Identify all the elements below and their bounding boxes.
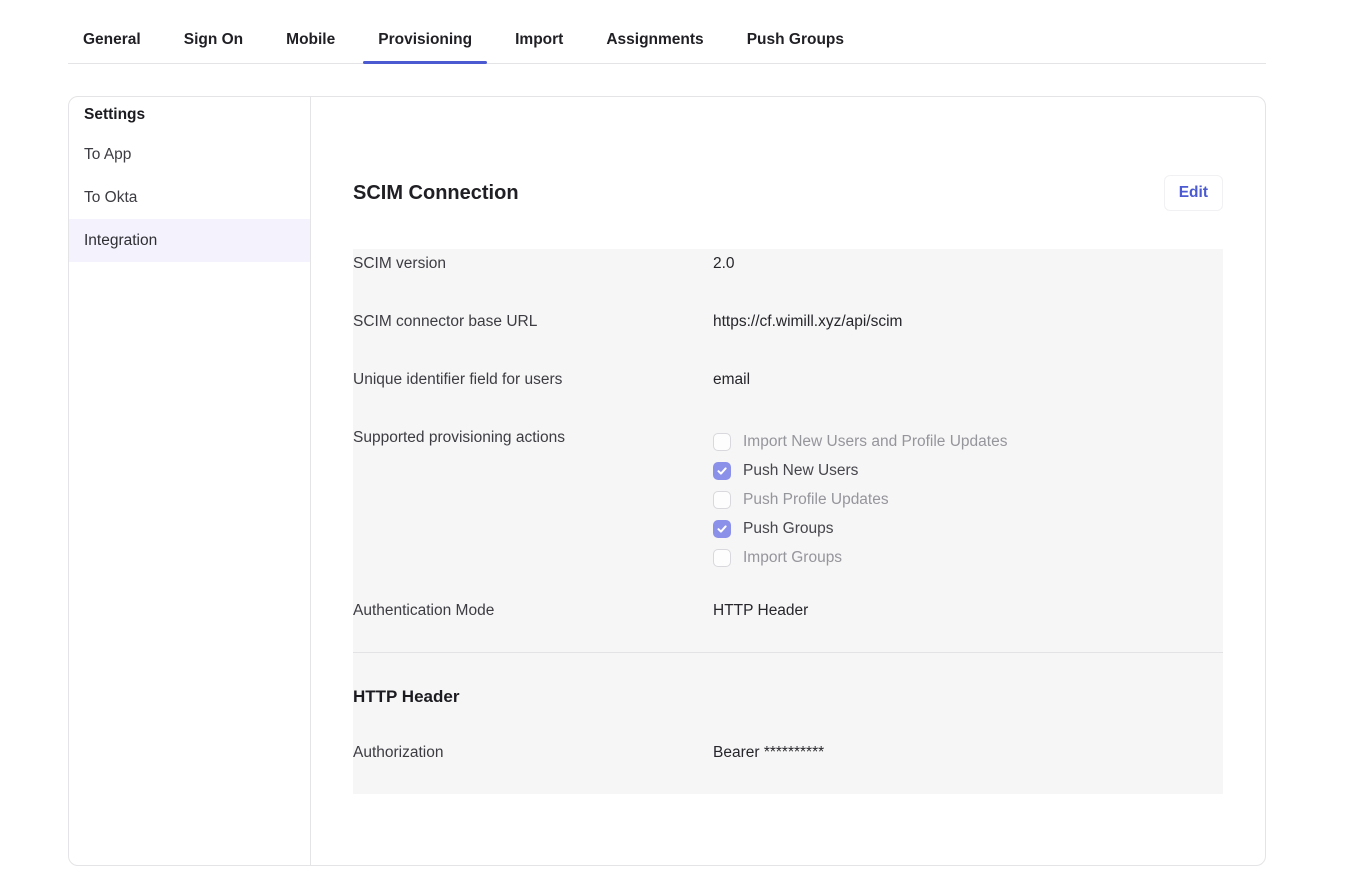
checkbox-label: Push Groups bbox=[743, 518, 833, 540]
edit-button[interactable]: Edit bbox=[1164, 175, 1223, 211]
tab-provisioning[interactable]: Provisioning bbox=[378, 30, 472, 63]
detail-row: AuthorizationBearer ********** bbox=[353, 742, 1223, 764]
tab-mobile[interactable]: Mobile bbox=[286, 30, 335, 63]
detail-label: Supported provisioning actions bbox=[353, 427, 713, 572]
checkbox-unchecked-icon[interactable] bbox=[713, 433, 731, 451]
detail-value: 2.0 bbox=[713, 253, 735, 275]
detail-label: Unique identifier field for users bbox=[353, 369, 713, 391]
tab-sign-on[interactable]: Sign On bbox=[184, 30, 243, 63]
detail-label: SCIM version bbox=[353, 253, 713, 275]
sidebar-item-to-okta[interactable]: To Okta bbox=[69, 176, 310, 219]
checkbox-label: Import Groups bbox=[743, 547, 842, 569]
detail-row: Supported provisioning actionsImport New… bbox=[353, 427, 1223, 572]
checkbox-label: Import New Users and Profile Updates bbox=[743, 431, 1007, 453]
checkbox-unchecked-icon[interactable] bbox=[713, 549, 731, 567]
section-header: SCIM Connection Edit bbox=[353, 175, 1223, 211]
checkbox-item: Push Groups bbox=[713, 514, 1007, 543]
checkbox-item: Push Profile Updates bbox=[713, 485, 1007, 514]
tab-general[interactable]: General bbox=[83, 30, 141, 63]
scim-connection-title: SCIM Connection bbox=[353, 179, 519, 207]
sidebar-header: Settings bbox=[69, 97, 310, 133]
checkmark-icon bbox=[717, 524, 727, 534]
tab-import[interactable]: Import bbox=[515, 30, 563, 63]
scim-details-panel: SCIM version2.0 SCIM connector base URLht… bbox=[353, 249, 1223, 794]
tab-push-groups[interactable]: Push Groups bbox=[747, 30, 844, 63]
section-divider bbox=[353, 652, 1223, 653]
sidebar-item-to-app[interactable]: To App bbox=[69, 133, 310, 176]
checkbox-item: Import New Users and Profile Updates bbox=[713, 427, 1007, 456]
tab-assignments[interactable]: Assignments bbox=[606, 30, 703, 63]
detail-label: SCIM connector base URL bbox=[353, 311, 713, 333]
checkbox-item: Push New Users bbox=[713, 456, 1007, 485]
detail-value: Bearer ********** bbox=[713, 742, 824, 764]
provisioning-card: Settings To AppTo OktaIntegration SCIM C… bbox=[68, 96, 1266, 866]
checkbox-checked-icon[interactable] bbox=[713, 462, 731, 480]
scim-connection-section: SCIM Connection Edit SCIM version2.0SCIM… bbox=[311, 97, 1265, 865]
detail-value: HTTP Header bbox=[713, 600, 808, 622]
http-header-title: HTTP Header bbox=[353, 686, 1223, 708]
app-tabbar: General Sign On Mobile Provisioning Import As… bbox=[68, 0, 1266, 64]
sidebar-item-integration[interactable]: Integration bbox=[69, 219, 310, 262]
checkbox-item: Import Groups bbox=[713, 543, 1007, 572]
settings-sidebar: Settings To AppTo OktaIntegration bbox=[69, 97, 311, 865]
detail-label: Authorization bbox=[353, 742, 713, 764]
detail-row: SCIM connector base URLhttps://cf.wimill… bbox=[353, 311, 1223, 333]
checkbox-label: Push New Users bbox=[743, 460, 858, 482]
checkmark-icon bbox=[717, 466, 727, 476]
checkbox-unchecked-icon[interactable] bbox=[713, 491, 731, 509]
detail-row: Unique identifier field for usersemail bbox=[353, 369, 1223, 391]
detail-label: Authentication Mode bbox=[353, 600, 713, 622]
checkbox-label: Push Profile Updates bbox=[743, 489, 889, 511]
detail-row: Authentication ModeHTTP Header bbox=[353, 600, 1223, 622]
detail-value: https://cf.wimill.xyz/api/scim bbox=[713, 311, 902, 333]
detail-row: SCIM version2.0 bbox=[353, 253, 1223, 275]
checkbox-checked-icon[interactable] bbox=[713, 520, 731, 538]
detail-value: email bbox=[713, 369, 750, 391]
checkbox-list: Import New Users and Profile Updates Push… bbox=[713, 427, 1007, 572]
